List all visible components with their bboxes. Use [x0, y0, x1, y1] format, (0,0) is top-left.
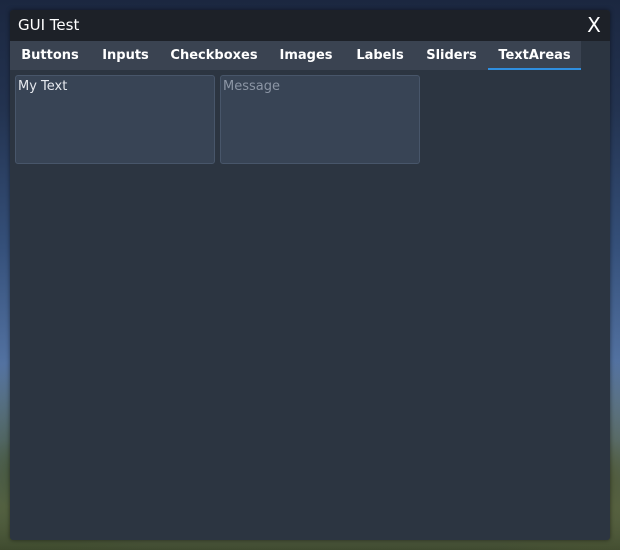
tab-buttons[interactable]: Buttons	[10, 41, 90, 70]
tab-images[interactable]: Images	[267, 41, 345, 70]
tab-sliders[interactable]: Sliders	[415, 41, 488, 70]
tab-inputs[interactable]: Inputs	[90, 41, 161, 70]
title-bar[interactable]: GUI Test X	[10, 10, 610, 41]
close-button[interactable]: X	[584, 12, 604, 38]
message-textarea[interactable]: Message	[220, 75, 420, 164]
my-text-textarea[interactable]: My Text	[15, 75, 215, 164]
window-title: GUI Test	[18, 16, 80, 34]
gui-test-window: GUI Test X Buttons Inputs Checkboxes Ima…	[10, 10, 610, 540]
tab-bar: Buttons Inputs Checkboxes Images Labels …	[10, 41, 581, 70]
tab-textareas[interactable]: TextAreas	[488, 41, 581, 70]
tab-labels[interactable]: Labels	[345, 41, 415, 70]
tab-checkboxes[interactable]: Checkboxes	[161, 41, 267, 70]
